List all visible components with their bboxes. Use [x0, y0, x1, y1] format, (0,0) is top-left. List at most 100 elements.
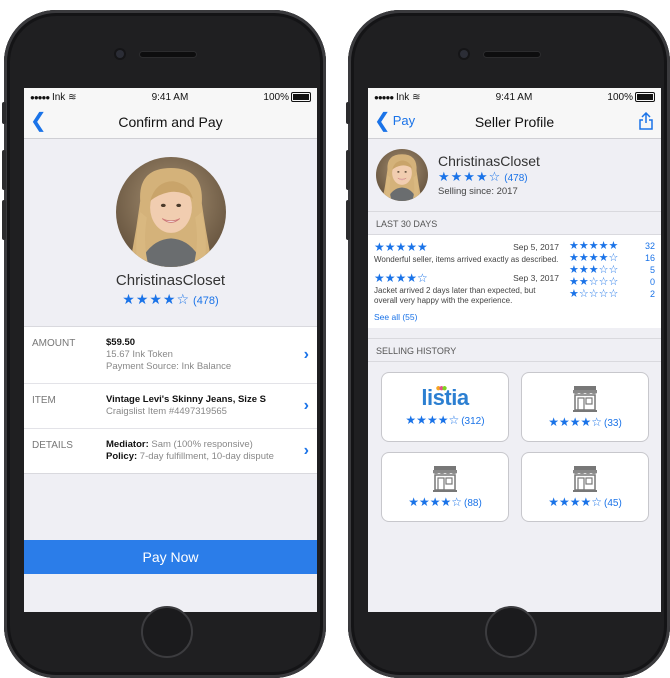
carrier-signal: ●●●●● Ink ≋ — [374, 92, 420, 103]
status-bar: ●●●●● Ink ≋ 9:41 AM 100% — [368, 88, 661, 106]
distribution-row: ★☆☆☆☆ 2 — [569, 288, 655, 300]
back-label: Pay — [392, 113, 416, 128]
back-button[interactable]: ❮ Pay — [374, 111, 415, 131]
battery-percent: 100% — [607, 91, 633, 103]
store-icon — [570, 383, 600, 413]
battery-icon — [635, 91, 655, 102]
reviews-section: ★★★★★ Sep 5, 2017 Wonderful seller, items… — [368, 235, 661, 328]
rating-count: (478) — [193, 295, 219, 307]
earpiece-speaker — [140, 52, 196, 57]
listia-logo: ●●● listia — [421, 383, 469, 410]
history-stars: ★★★★☆ — [548, 415, 602, 429]
distribution-row: ★★★☆☆ 5 — [569, 264, 655, 276]
status-bar: ●●●●● Ink ≋ 9:41 AM 100% — [24, 88, 317, 106]
history-card-store[interactable]: ★★★★☆ (33) — [521, 372, 649, 442]
star-rating-icon: ★★★★☆ — [122, 291, 191, 307]
selling-since: Selling since: 2017 — [438, 186, 518, 197]
wifi-icon: ≋ — [68, 91, 77, 103]
seller-name: ChristinasCloset — [115, 272, 226, 289]
seller-profile-screen: ●●●●● Ink ≋ 9:41 AM 100% ❮ Pay Seller Pro… — [368, 88, 661, 612]
chevron-left-icon: ❮ — [30, 110, 47, 132]
earpiece-speaker — [484, 52, 540, 57]
chevron-right-icon: › — [303, 442, 309, 459]
review-stars: ★★★★★ — [374, 240, 428, 254]
review-list: ★★★★★ Sep 5, 2017 Wonderful seller, items… — [374, 240, 559, 322]
share-icon[interactable] — [639, 111, 653, 135]
carrier-signal: ●●●●● Ink ≋ — [30, 92, 76, 103]
review-date: Sep 5, 2017 — [513, 242, 559, 252]
status-time: 9:41 AM — [151, 91, 189, 103]
seller-name: ChristinasCloset — [438, 153, 540, 169]
seller-rating: ★★★★☆ (478) — [24, 291, 317, 308]
dist-stars: ★☆☆☆☆ — [569, 288, 619, 300]
dist-stars: ★★★★☆ — [569, 252, 619, 264]
seller-avatar — [376, 149, 428, 201]
dist-count: 0 — [649, 277, 655, 287]
home-button — [141, 606, 193, 658]
seller-rating: ★★★★☆ (478) — [438, 169, 540, 185]
dist-count: 32 — [644, 241, 655, 251]
policy-value: 7-day fulfillment, 10-day dispute — [137, 451, 274, 462]
token-amount: 15.67 Ink Token — [106, 349, 173, 360]
item-title: Vintage Levi's Skinny Jeans, Size S — [106, 394, 266, 405]
rating-distribution: ★★★★★ 32 ★★★★☆ 16 ★★★☆☆ 5 ★★☆☆☆ 0 ★☆☆☆☆ 2 — [569, 240, 655, 322]
review-text: Wonderful seller, items arrived exactly … — [374, 255, 559, 264]
seller-avatar — [116, 157, 226, 267]
dist-stars: ★★★☆☆ — [569, 264, 619, 276]
history-count: (33) — [604, 418, 622, 429]
store-icon — [570, 463, 600, 493]
phone-frame-right: ●●●●● Ink ≋ 9:41 AM 100% ❮ Pay Seller Pro… — [346, 10, 670, 678]
volume-down-button — [2, 200, 6, 240]
amount-label: AMOUNT — [32, 338, 76, 349]
nav-bar: ❮ Confirm and Pay — [24, 106, 317, 139]
amount-row[interactable]: AMOUNT $59.50 15.67 Ink Token Payment So… — [24, 327, 317, 383]
distribution-row: ★★★★☆ 16 — [569, 252, 655, 264]
dist-count: 5 — [649, 265, 655, 275]
payment-details: AMOUNT $59.50 15.67 Ink Token Payment So… — [24, 326, 317, 474]
dist-stars: ★★★★★ — [569, 240, 619, 252]
volume-down-button — [346, 200, 350, 240]
mute-switch — [346, 102, 350, 124]
review-text: Jacket arrived 2 days later than expecte… — [374, 286, 536, 305]
dist-count: 2 — [649, 289, 655, 299]
signal-icon: ●●●●● — [374, 92, 394, 102]
battery-icon — [291, 91, 311, 102]
carrier-label: Ink — [395, 91, 410, 103]
volume-up-button — [2, 150, 6, 190]
battery-indicator: 100% — [263, 92, 311, 103]
nav-bar: ❮ Pay Seller Profile — [368, 106, 661, 139]
phone-frame-left: ●●●●● Ink ≋ 9:41 AM 100% ❮ Confirm and P… — [2, 10, 326, 678]
item-label: ITEM — [32, 395, 56, 406]
selling-history-grid: ●●● listia ★★★★☆ (312) ★★★★☆ (33) ★★★★☆ (88)… — [368, 362, 661, 532]
distribution-row: ★★★★★ 32 — [569, 240, 655, 252]
item-row[interactable]: ITEM Vintage Levi's Skinny Jeans, Size S… — [24, 383, 317, 428]
wifi-icon: ≋ — [412, 91, 421, 103]
rating-count: (478) — [504, 173, 528, 184]
front-camera — [460, 50, 468, 58]
confirm-pay-screen: ●●●●● Ink ≋ 9:41 AM 100% ❮ Confirm and P… — [24, 88, 317, 612]
history-stars: ★★★★☆ — [548, 495, 602, 509]
back-button[interactable]: ❮ — [30, 111, 47, 131]
dist-count: 16 — [644, 253, 655, 263]
chevron-right-icon: › — [303, 397, 309, 414]
policy-key: Policy: — [106, 451, 138, 462]
star-rating-icon: ★★★★☆ — [438, 169, 502, 184]
status-time: 9:41 AM — [495, 91, 533, 103]
dist-stars: ★★☆☆☆ — [569, 276, 619, 288]
last-30-days-header: LAST 30 DAYS — [368, 211, 661, 235]
carrier-label: Ink — [51, 91, 66, 103]
history-stars: ★★★★☆ — [405, 413, 460, 427]
page-title: Seller Profile — [474, 114, 555, 130]
chevron-right-icon: › — [303, 346, 309, 363]
home-button — [485, 606, 537, 658]
see-all-link[interactable]: See all (55) — [374, 312, 559, 322]
signal-icon: ●●●●● — [30, 92, 50, 102]
history-card-listia[interactable]: ●●● listia ★★★★☆ (312) — [381, 372, 509, 442]
details-row[interactable]: DETAILS Mediator: Sam (100% responsive) … — [24, 428, 317, 473]
profile-header: ChristinasCloset ★★★★☆ (478) Selling sinc… — [368, 139, 661, 211]
pay-now-button[interactable]: Pay Now — [24, 540, 317, 574]
history-card-store[interactable]: ★★★★☆ (88) — [381, 452, 509, 522]
front-camera — [116, 50, 124, 58]
item-source: Craigslist Item #4497319565 — [106, 406, 227, 417]
history-card-store[interactable]: ★★★★☆ (45) — [521, 452, 649, 522]
